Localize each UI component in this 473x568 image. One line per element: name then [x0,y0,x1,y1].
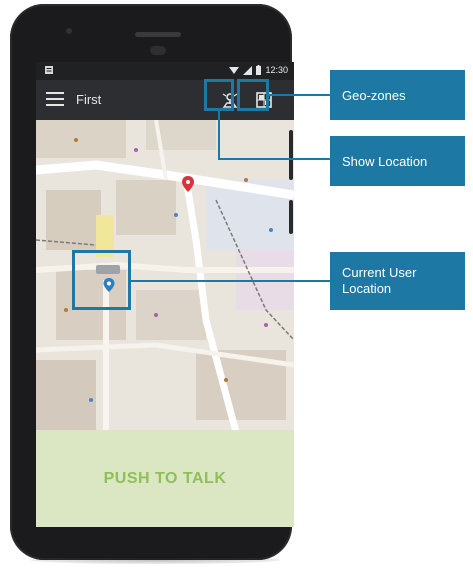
wifi-icon [229,66,240,74]
show-location-connector-vertical [218,111,220,160]
show-location-highlight [204,79,234,111]
front-camera [150,46,166,55]
show-location-callout-text: Show Location [342,153,428,169]
status-icons: 12:30 [229,65,288,75]
current-user-location-highlight [72,250,131,310]
earpiece-speaker [135,32,181,37]
menu-icon[interactable] [46,92,64,108]
geo-zones-connector [269,94,330,96]
push-to-talk-button[interactable]: PUSH TO TALK [36,430,294,527]
current-user-location-callout: Current User Location [330,252,465,310]
show-location-connector-horizontal [218,158,330,160]
sim-icon [45,66,53,74]
volume-button [289,130,293,180]
phone-shadow [30,556,280,564]
battery-icon [256,65,262,75]
push-to-talk-label: PUSH TO TALK [103,469,227,487]
front-sensor [66,28,72,34]
power-button [289,200,293,234]
geo-zones-callout: Geo-zones [330,70,465,120]
show-location-callout: Show Location [330,136,465,186]
app-title: First [76,92,102,107]
geo-zones-callout-text: Geo-zones [342,87,406,103]
signal-icon [243,65,253,75]
geo-zones-highlight [237,79,269,111]
current-user-location-connector [131,280,330,282]
current-user-location-callout-text: Current User Location [342,265,417,296]
status-time: 12:30 [265,65,288,75]
status-bar: 12:30 [36,62,294,80]
